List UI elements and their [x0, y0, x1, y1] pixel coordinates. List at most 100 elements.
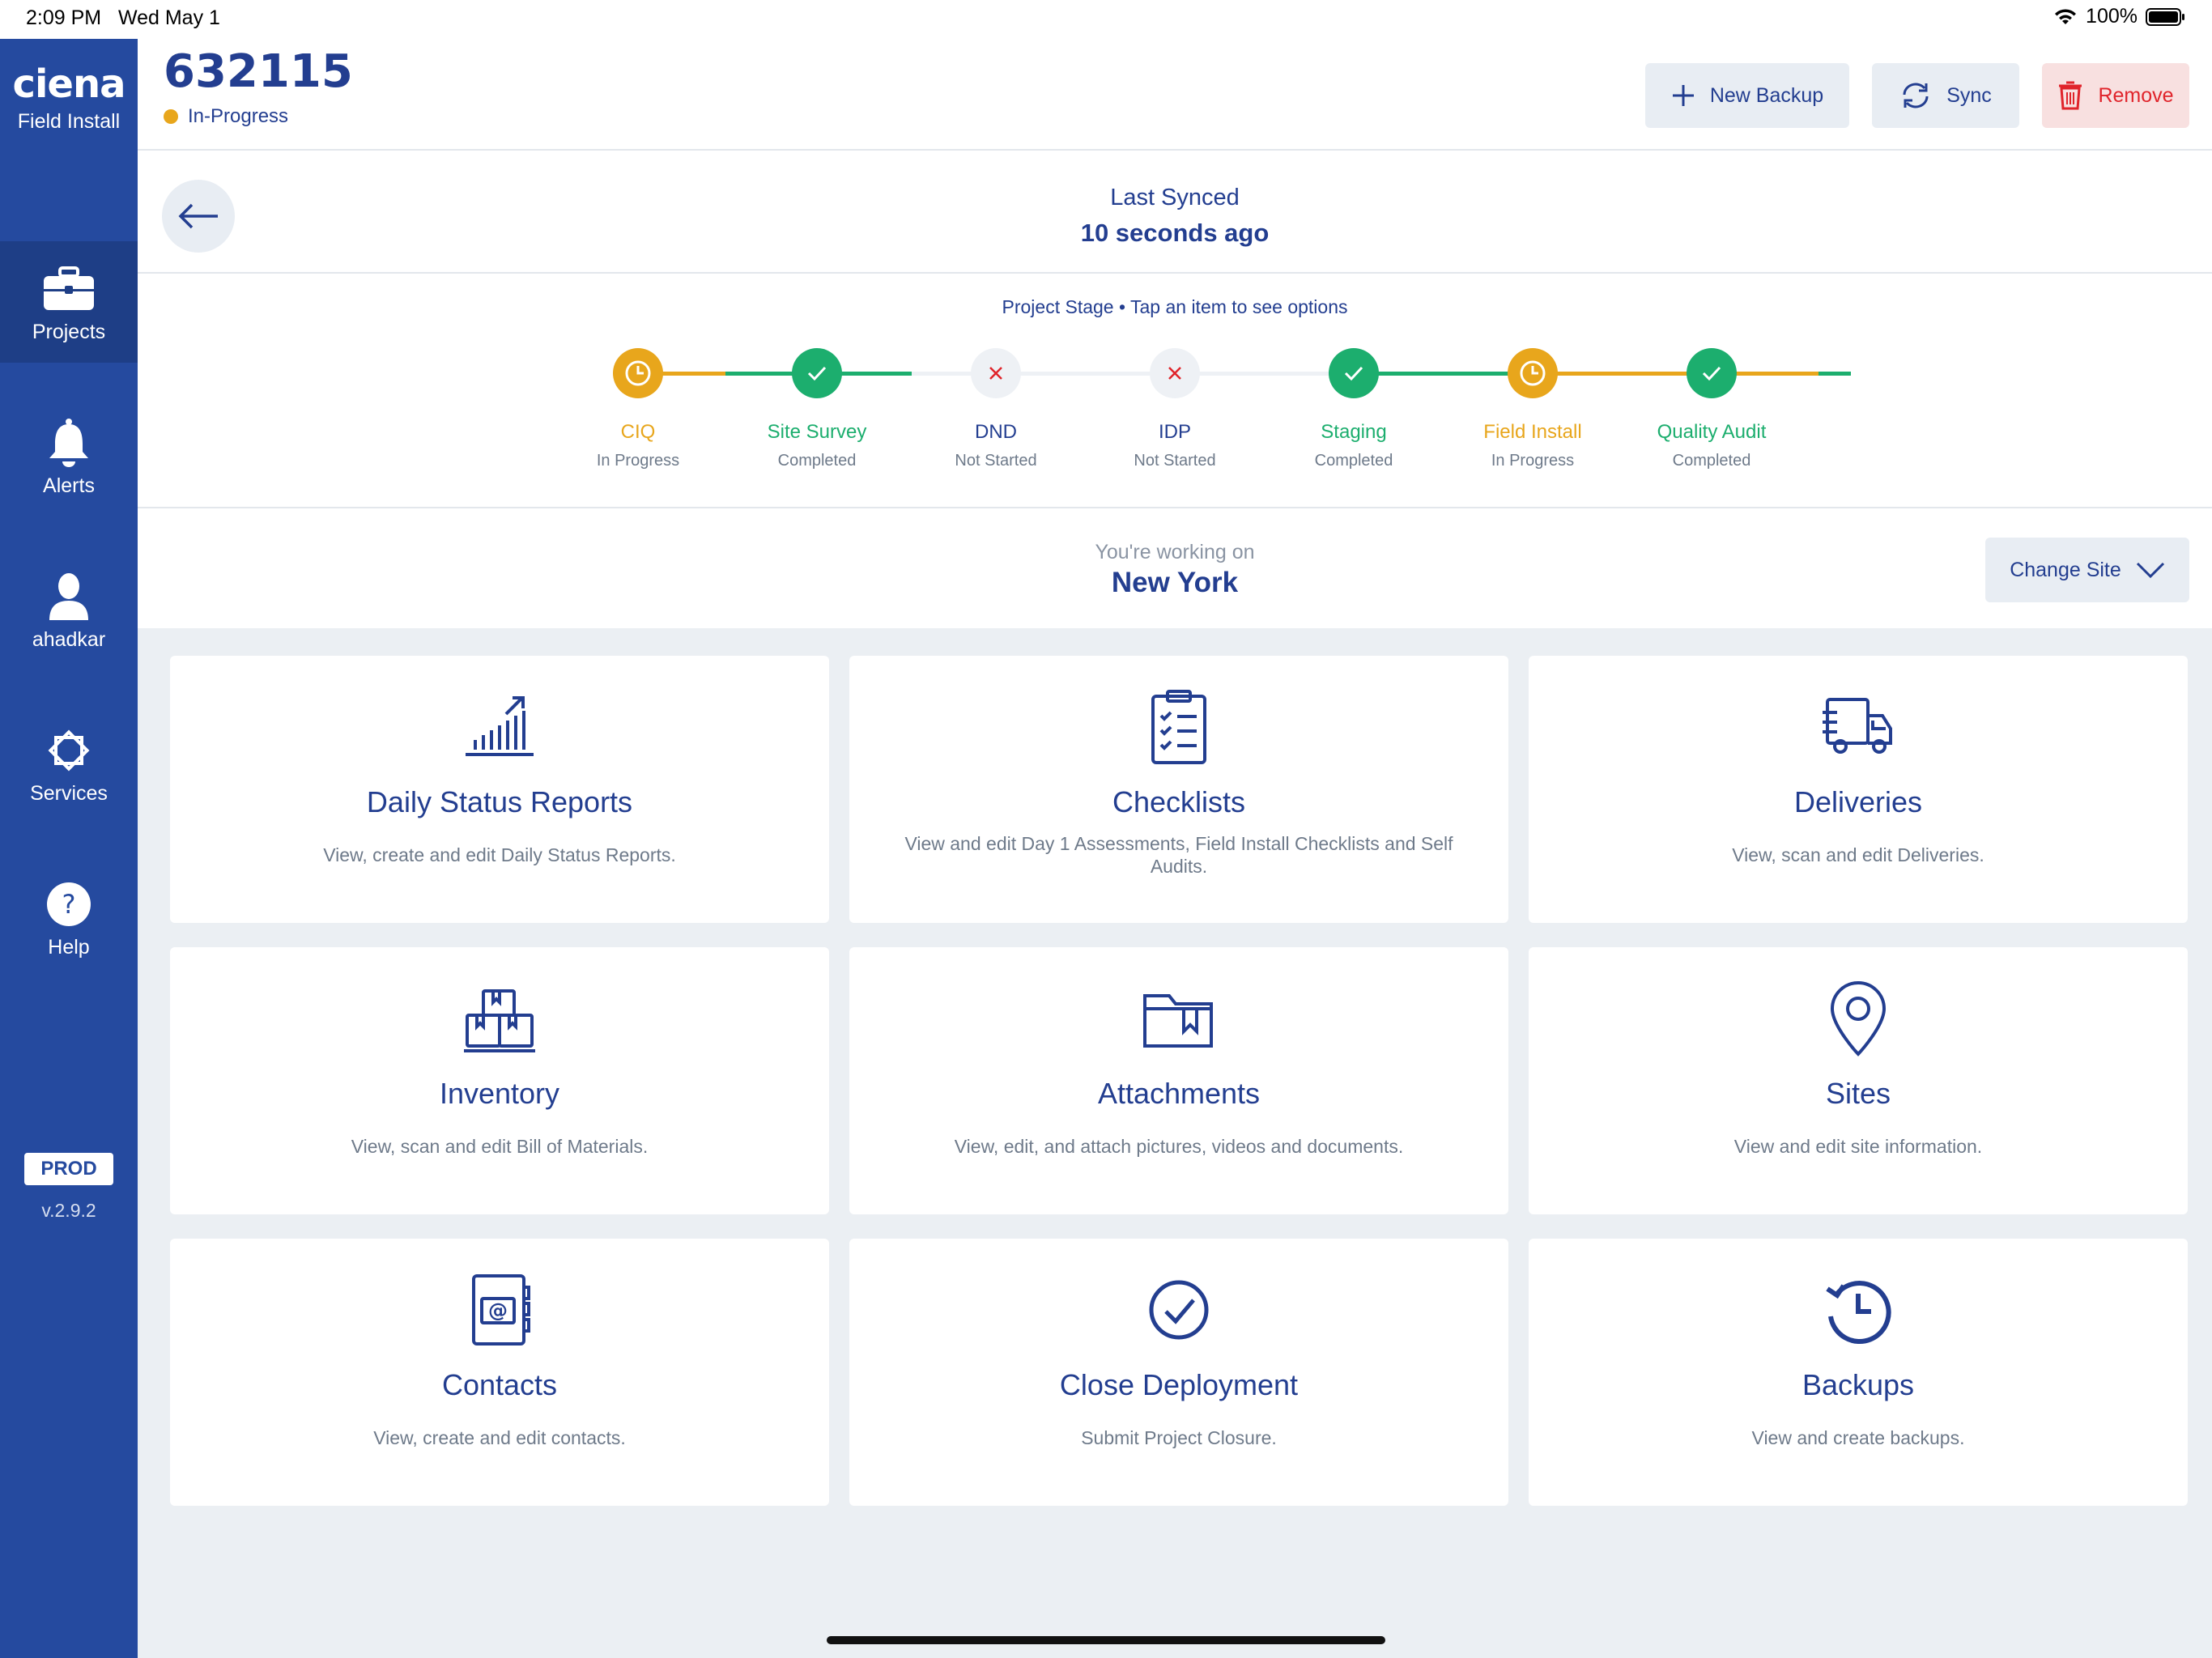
project-status: In-Progress [164, 105, 288, 128]
sidebar-item-profile[interactable]: ahadkar [0, 549, 138, 670]
stage-idp[interactable] [1150, 348, 1200, 398]
sidebar-item-projects[interactable]: Projects [0, 241, 138, 363]
services-icon [40, 722, 97, 779]
stage-hint: Project Stage • Tap an item to see optio… [1002, 296, 1348, 317]
address-book-icon: @ [472, 1274, 530, 1346]
card-title: Sites [1825, 1077, 1891, 1110]
logo-wordmark: ciena [12, 62, 125, 107]
stage-status: Completed [777, 452, 857, 470]
card-close-deployment[interactable]: Close Deployment Submit Project Closure. [849, 1239, 1508, 1506]
stage-name: Field Install [1483, 421, 1582, 443]
app-logo: ciena Field Install [0, 63, 138, 134]
site-label: You're working on [1095, 541, 1255, 563]
sync-icon [1903, 83, 1929, 108]
home-indicator[interactable] [827, 1636, 1385, 1644]
card-backups[interactable]: Backups View and create backups. [1529, 1239, 2188, 1506]
location-pin-icon [1830, 981, 1887, 1056]
stage-staging[interactable] [1329, 348, 1379, 398]
sidebar-item-services[interactable]: Services [0, 703, 138, 824]
stage-status: Completed [1314, 452, 1393, 470]
stage-name: CIQ [620, 421, 656, 443]
stage-status: Not Started [1134, 452, 1216, 470]
card-daily-status-reports[interactable]: Daily Status Reports View, create and ed… [170, 656, 829, 923]
stage-name: Site Survey [767, 421, 867, 443]
sidebar: ciena Field Install Projects Alerts ahad… [0, 39, 138, 1658]
sync-button[interactable]: Sync [1872, 63, 2019, 128]
card-checklists[interactable]: Checklists View and edit Day 1 Assessmen… [849, 656, 1508, 923]
check-circle-icon [1149, 1280, 1209, 1340]
clock-icon [1520, 360, 1546, 386]
sidebar-item-label: Services [30, 781, 108, 805]
sync-label: Sync [1946, 83, 1992, 107]
last-synced-label: Last Synced [1110, 185, 1240, 210]
remove-button[interactable]: Remove [2042, 63, 2189, 128]
x-icon [1168, 367, 1181, 380]
boxes-icon [464, 989, 535, 1052]
last-synced-value: 10 seconds ago [1080, 219, 1270, 247]
sidebar-item-help[interactable]: ? Help [0, 857, 138, 978]
wifi-icon [2055, 8, 2077, 24]
card-title: Backups [1802, 1368, 1915, 1401]
current-site: You're working on New York Change Site [138, 508, 2212, 628]
stage-name: IDP [1158, 421, 1191, 443]
stage-ciq[interactable] [613, 348, 663, 398]
battery-percent: 100% [2086, 5, 2138, 28]
plus-icon [1672, 85, 1694, 106]
check-icon [807, 366, 827, 381]
card-description: View, scan and edit Bill of Materials. [351, 1136, 649, 1157]
card-description: View and edit site information. [1733, 1136, 1983, 1157]
stage-status: In Progress [1491, 452, 1575, 470]
truck-icon [1823, 698, 1892, 754]
stage-quality-audit[interactable] [1687, 348, 1737, 398]
sidebar-item-alerts[interactable]: Alerts [0, 395, 138, 517]
stage-site-survey[interactable] [792, 348, 842, 398]
stage-field-install[interactable] [1508, 348, 1558, 398]
card-title: Checklists [1112, 785, 1246, 818]
x-icon [989, 367, 1002, 380]
card-attachments[interactable]: Attachments View, edit, and attach pictu… [849, 947, 1508, 1214]
card-title: Contacts [441, 1368, 558, 1401]
stage-status: Completed [1672, 452, 1751, 470]
card-description: View, scan and edit Deliveries. [1732, 844, 1984, 865]
stage-dnd[interactable] [971, 348, 1021, 398]
card-deliveries[interactable]: Deliveries View, scan and edit Deliverie… [1529, 656, 2188, 923]
stage-connector [1725, 372, 1819, 376]
stage-name: Staging [1321, 421, 1387, 443]
stage-name: DND [975, 421, 1017, 443]
new-backup-label: New Backup [1709, 83, 1824, 107]
sidebar-item-label: ahadkar [32, 627, 106, 651]
environment-badge: PROD [24, 1153, 113, 1185]
clock-date: Wed May 1 [117, 6, 220, 29]
status-dot [164, 109, 178, 124]
stage-status: In Progress [596, 452, 680, 470]
history-icon [1826, 1281, 1891, 1344]
card-sites[interactable]: Sites View and edit site information. [1529, 947, 2188, 1214]
trash-icon [2059, 81, 2082, 110]
card-contacts[interactable]: @ Contacts View, create and edit contact… [170, 1239, 829, 1506]
check-icon [1702, 366, 1721, 381]
card-title: Close Deployment [1059, 1368, 1299, 1401]
new-backup-button[interactable]: New Backup [1645, 63, 1849, 128]
change-site-button[interactable]: Change Site [1985, 538, 2189, 602]
svg-text:@: @ [488, 1299, 508, 1322]
card-title: Deliveries [1793, 785, 1923, 818]
clock-time: 2:09 PM [26, 6, 102, 29]
checklist-icon [1151, 690, 1206, 764]
card-description: View, create and edit Daily Status Repor… [323, 844, 676, 865]
sidebar-item-label: Help [48, 935, 90, 959]
clock-icon [625, 360, 651, 386]
project-stage: Project Stage • Tap an item to see optio… [138, 274, 2212, 508]
app-version: v.2.9.2 [41, 1200, 96, 1221]
card-description: View and create backups. [1751, 1427, 1965, 1448]
help-icon: ? [40, 876, 97, 933]
card-title: Daily Status Reports [366, 785, 633, 818]
card-title: Inventory [439, 1077, 560, 1110]
card-description: Submit Project Closure. [1081, 1427, 1277, 1448]
chevron-down-icon [2136, 562, 2164, 579]
stage-status: Not Started [955, 452, 1037, 470]
card-inventory[interactable]: Inventory View, scan and edit Bill of Ma… [170, 947, 829, 1214]
stage-name: Quality Audit [1657, 421, 1767, 443]
stage-connector [1819, 372, 1851, 376]
card-description: View, create and edit contacts. [373, 1427, 626, 1448]
status-indicators: 100% [2053, 5, 2186, 28]
